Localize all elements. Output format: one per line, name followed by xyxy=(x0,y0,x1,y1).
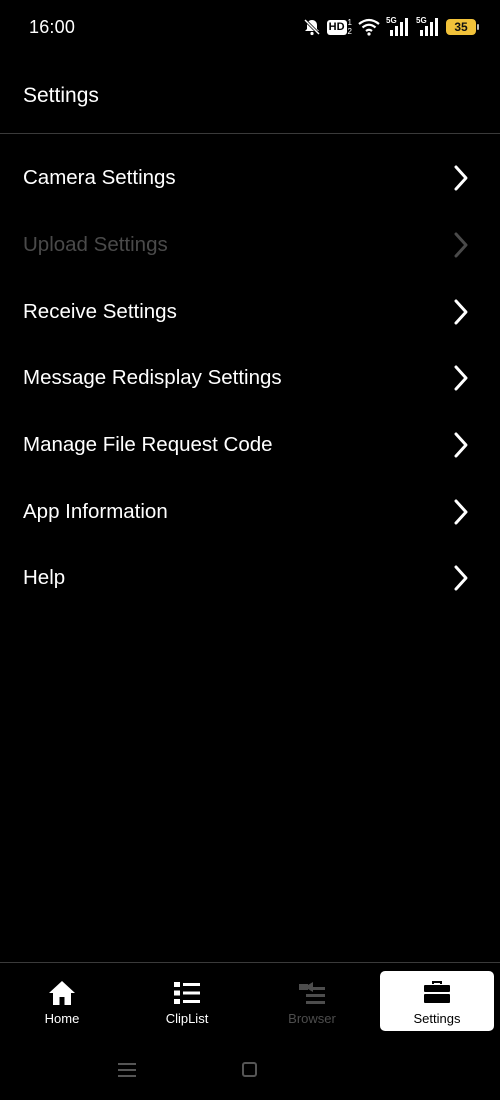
mute-bell-icon xyxy=(303,18,320,36)
tab-label: Home xyxy=(44,1011,80,1026)
battery-icon: 35 xyxy=(446,19,479,35)
settings-item-label: Help xyxy=(23,566,66,590)
chevron-right-icon xyxy=(454,499,468,525)
settings-item-label: Upload Settings xyxy=(23,233,168,257)
chevron-right-icon xyxy=(454,365,468,391)
settings-item-file-request-code[interactable]: Manage File Request Code xyxy=(0,412,500,479)
status-icons: HD 12 5G 5G 35 xyxy=(303,14,479,40)
tab-label: ClipList xyxy=(165,1011,209,1026)
settings-item-app-information[interactable]: App Information xyxy=(0,478,500,545)
tab-home[interactable]: Home xyxy=(5,971,119,1031)
tab-settings[interactable]: Settings xyxy=(380,971,494,1031)
tab-cliplist[interactable]: ClipList xyxy=(130,971,244,1031)
list-icon xyxy=(174,982,200,1004)
system-nav-bar xyxy=(0,1035,500,1100)
settings-item-label: Manage File Request Code xyxy=(23,433,273,457)
hd-sub-icon: 12 xyxy=(347,18,352,36)
settings-item-label: Message Redisplay Settings xyxy=(23,366,282,390)
settings-item-upload[interactable]: Upload Settings xyxy=(0,212,500,279)
tab-browser[interactable]: Browser xyxy=(255,971,369,1031)
settings-item-help[interactable]: Help xyxy=(0,545,500,612)
chevron-right-icon xyxy=(454,565,468,591)
settings-item-label: Receive Settings xyxy=(23,299,177,323)
app-header: Settings xyxy=(0,56,500,134)
settings-item-camera[interactable]: Camera Settings xyxy=(0,145,500,212)
browser-icon xyxy=(299,982,325,1004)
status-bar: 16:00 HD 12 5G 5G 35 xyxy=(0,0,500,56)
page-title: Settings xyxy=(23,84,99,107)
signal-2-icon: 5G xyxy=(416,16,440,38)
tab-label: Browser xyxy=(288,1011,336,1026)
status-time: 16:00 xyxy=(29,17,76,37)
chevron-right-icon xyxy=(454,165,468,191)
bottom-nav: Home ClipList Browser Settings xyxy=(0,962,500,1035)
chevron-right-icon xyxy=(454,232,468,258)
system-home-button[interactable] xyxy=(242,1062,257,1077)
settings-list: Camera Settings Upload Settings Receive … xyxy=(0,145,500,612)
recent-apps-icon[interactable] xyxy=(117,1062,137,1078)
chevron-right-icon xyxy=(454,432,468,458)
chevron-right-icon xyxy=(454,299,468,325)
settings-item-label: App Information xyxy=(23,499,168,523)
signal-1-icon: 5G xyxy=(386,16,410,38)
home-icon xyxy=(49,981,75,1005)
toolbox-icon xyxy=(424,981,450,1003)
tab-label: Settings xyxy=(413,1011,461,1026)
hd-voice-icon: HD xyxy=(326,19,347,35)
settings-item-label: Camera Settings xyxy=(23,166,176,190)
settings-item-message-redisplay[interactable]: Message Redisplay Settings xyxy=(0,345,500,412)
settings-item-receive[interactable]: Receive Settings xyxy=(0,278,500,345)
wifi-icon xyxy=(358,18,380,36)
